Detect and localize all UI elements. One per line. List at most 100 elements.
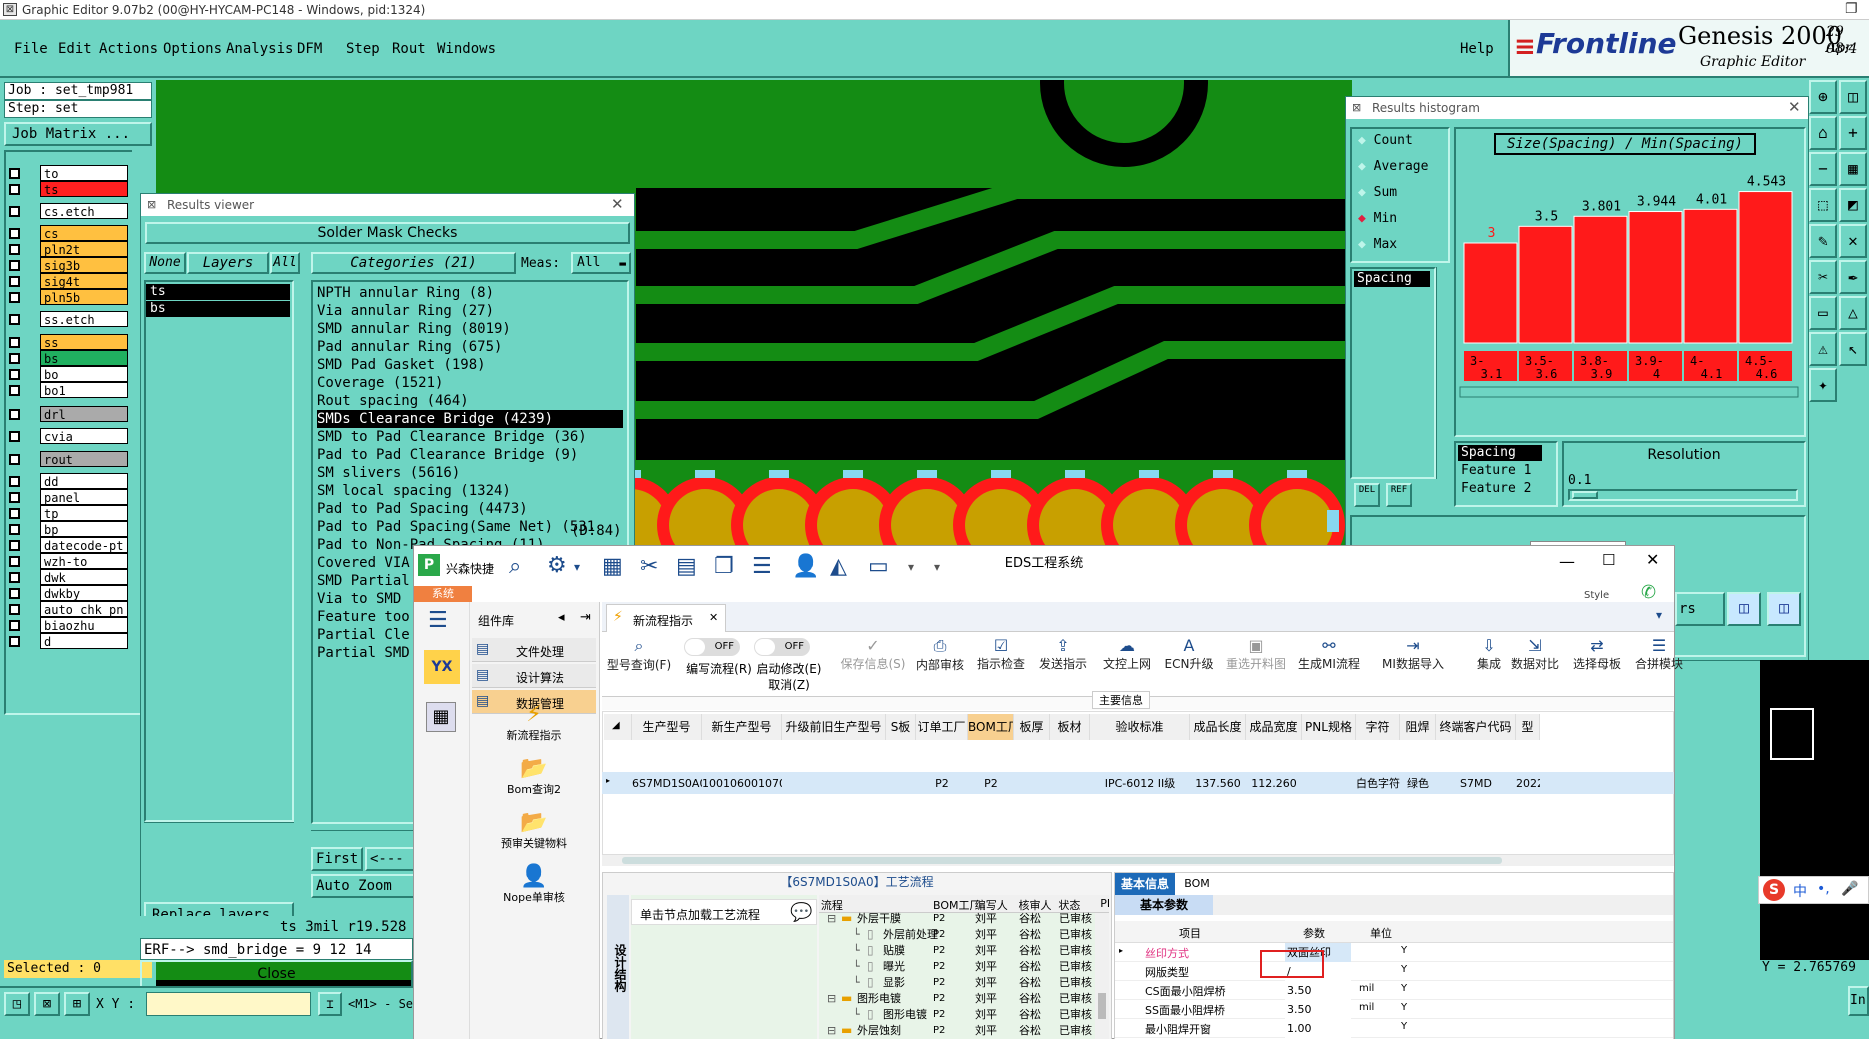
grid-hscroll[interactable]	[602, 854, 1674, 866]
grid-cell[interactable]	[782, 774, 886, 794]
flow-tree-row[interactable]: ⊟ ▬ 外层蚀刻 P2 刘平 谷松 已审核	[819, 1021, 1095, 1039]
layer-checkbox[interactable]	[9, 206, 20, 217]
layer-row[interactable]: pln5b	[6, 289, 128, 305]
layer-row[interactable]: bo1	[6, 382, 128, 398]
left-menu-item[interactable]: ▤ 文件处理	[472, 638, 596, 662]
grid-cell[interactable]: 112.260	[1246, 774, 1302, 794]
layer-checkbox[interactable]	[9, 540, 20, 551]
layer-row[interactable]: cs.etch	[6, 203, 128, 219]
layers-button[interactable]: Layers	[187, 252, 269, 274]
grid-cell[interactable]: 10010600107057	[702, 774, 782, 794]
auto-zoom-button[interactable]: Auto Zoom	[311, 874, 415, 898]
layer-row[interactable]: dwk	[6, 569, 128, 585]
grid-header[interactable]: 新生产型号	[702, 714, 782, 740]
ruler-icon[interactable]: ▭	[1809, 296, 1837, 330]
param-value[interactable]: 3.50	[1285, 981, 1351, 1000]
grid-cell[interactable]	[886, 774, 916, 794]
toolbar-button[interactable]: ⇲ 数据对比	[1502, 636, 1568, 692]
window-icon[interactable]: ◫	[1839, 80, 1867, 114]
menu-analysis[interactable]: Analysis	[226, 41, 293, 57]
grid-cell[interactable]: P2	[968, 774, 1014, 794]
basic-params-tab[interactable]: 基本参数	[1115, 895, 1213, 915]
layer-row[interactable]: biaozhu	[6, 617, 128, 633]
layer-row[interactable]: dd	[6, 473, 128, 489]
warning-icon[interactable]: ⚠	[1809, 332, 1837, 366]
design-structure-tab[interactable]: 设计结构	[607, 895, 629, 1039]
aggregate-option[interactable]: ◆ Max	[1358, 237, 1397, 252]
grid-header[interactable]: 订单工厂	[916, 714, 968, 740]
left-action[interactable]: ⚡ 新流程指示	[470, 702, 598, 754]
all-button[interactable]: All	[270, 252, 300, 274]
menu-options[interactable]: Options	[163, 41, 222, 57]
measure-item[interactable]: Spacing	[1354, 271, 1430, 287]
info-button[interactable]: In	[1848, 986, 1869, 1016]
toolbar-button[interactable]: ⎙ 内部审核	[907, 636, 973, 692]
left-action[interactable]: 📂 Bom查询2	[470, 756, 598, 808]
aggregate-option[interactable]: ◆ Count	[1358, 133, 1413, 148]
layer-row[interactable]: pln2t	[6, 241, 128, 257]
slider-handle[interactable]	[1572, 491, 1598, 499]
layer-row[interactable]: to	[6, 165, 128, 181]
toggle-switch[interactable]: OFF	[684, 638, 740, 656]
crop-icon[interactable]: ⬚	[1809, 188, 1837, 222]
grid-scroll-thumb[interactable]	[622, 857, 1502, 864]
grid-cell[interactable]: 白色字符	[1356, 774, 1400, 794]
layer-checkbox[interactable]	[9, 492, 20, 503]
flow-scrollbar[interactable]	[1095, 913, 1109, 1039]
layer-checkbox[interactable]	[9, 292, 20, 303]
layer-checkbox[interactable]	[9, 276, 20, 287]
feature-item[interactable]: Feature 1	[1458, 463, 1542, 479]
snap-icon[interactable]: ✦	[1809, 368, 1837, 402]
layer-checkbox[interactable]	[9, 314, 20, 325]
grid-cell[interactable]	[1050, 774, 1090, 794]
grid-header[interactable]: 板材	[1050, 714, 1090, 740]
layer-row[interactable]: wzh-to	[6, 553, 128, 569]
close-icon[interactable]: ✕	[1788, 98, 1801, 116]
toolbar-button[interactable]: ☑ 指示检查	[968, 636, 1034, 692]
viewer-layer-item[interactable]: bs	[146, 301, 290, 317]
layer-checkbox[interactable]	[9, 604, 20, 615]
grid-cell[interactable]: 绿色	[1400, 774, 1436, 794]
feature-item[interactable]: Spacing	[1458, 445, 1542, 461]
param-header[interactable]: 项目	[1145, 925, 1235, 941]
param-row[interactable]: 最小阻焊开窗 1.00 Y	[1115, 1019, 1673, 1038]
menu-dfm[interactable]: DFM	[297, 41, 322, 57]
phone-icon[interactable]: ✆	[1641, 582, 1656, 603]
category-item[interactable]: SMD Pad Gasket (198)	[317, 356, 623, 374]
toolbar-button[interactable]: ⌕ 型号查询(F)	[606, 636, 672, 692]
viewer-layer-item[interactable]: ts	[146, 284, 290, 300]
close-icon[interactable]: ✕	[1646, 550, 1659, 569]
none-button[interactable]: None	[144, 252, 186, 274]
category-item[interactable]: Pad to Pad Clearance Bridge (9)	[317, 446, 623, 464]
histogram-bar[interactable]	[1738, 191, 1793, 344]
category-item[interactable]: Pad to Pad Spacing (4473)	[317, 500, 623, 518]
chevron-left-icon[interactable]: ◂	[558, 610, 565, 625]
cross-icon[interactable]: ✕	[1839, 224, 1867, 258]
menu-actions[interactable]: Actions	[99, 41, 158, 57]
node-hint-box[interactable]: 单击节点加载工艺流程 💬	[631, 899, 817, 925]
toggle-switch[interactable]: OFF	[754, 638, 810, 656]
close-icon[interactable]: ✕	[611, 195, 624, 213]
toolbar-button[interactable]: ⚯ 生成MI流程	[1296, 636, 1362, 692]
toolbar-button[interactable]: ⇪ 发送指示	[1030, 636, 1096, 692]
tab-bom[interactable]: BOM	[1177, 873, 1217, 895]
system-tab[interactable]: 系统	[414, 586, 472, 602]
expand-icon[interactable]: ⊟	[827, 1021, 836, 1039]
category-item[interactable]: NPTH annular Ring (8)	[317, 284, 623, 302]
layer-row[interactable]: dwkby	[6, 585, 128, 601]
cursor-icon[interactable]: ⌶	[318, 992, 342, 1016]
grid-cell[interactable]: S7MD	[1436, 774, 1516, 794]
measure-tool-icon[interactable]: ⊠	[34, 992, 60, 1016]
grid-header[interactable]: 阻焊	[1400, 714, 1436, 740]
chart-hscroll[interactable]	[1459, 386, 1799, 398]
category-item[interactable]: SMD annular Ring (8019)	[317, 320, 623, 338]
menu-rout[interactable]: Rout	[392, 41, 426, 57]
cut-icon[interactable]: ✂	[1809, 260, 1837, 294]
layer-checkbox[interactable]	[9, 588, 20, 599]
grid-cell[interactable]	[1302, 774, 1356, 794]
layer-row[interactable]: drl	[6, 406, 128, 422]
menu-file[interactable]: File	[14, 41, 48, 57]
grid-header[interactable]: S板	[886, 714, 916, 740]
rs-button[interactable]: rs	[1675, 592, 1725, 626]
layer-checkbox[interactable]	[9, 244, 20, 255]
